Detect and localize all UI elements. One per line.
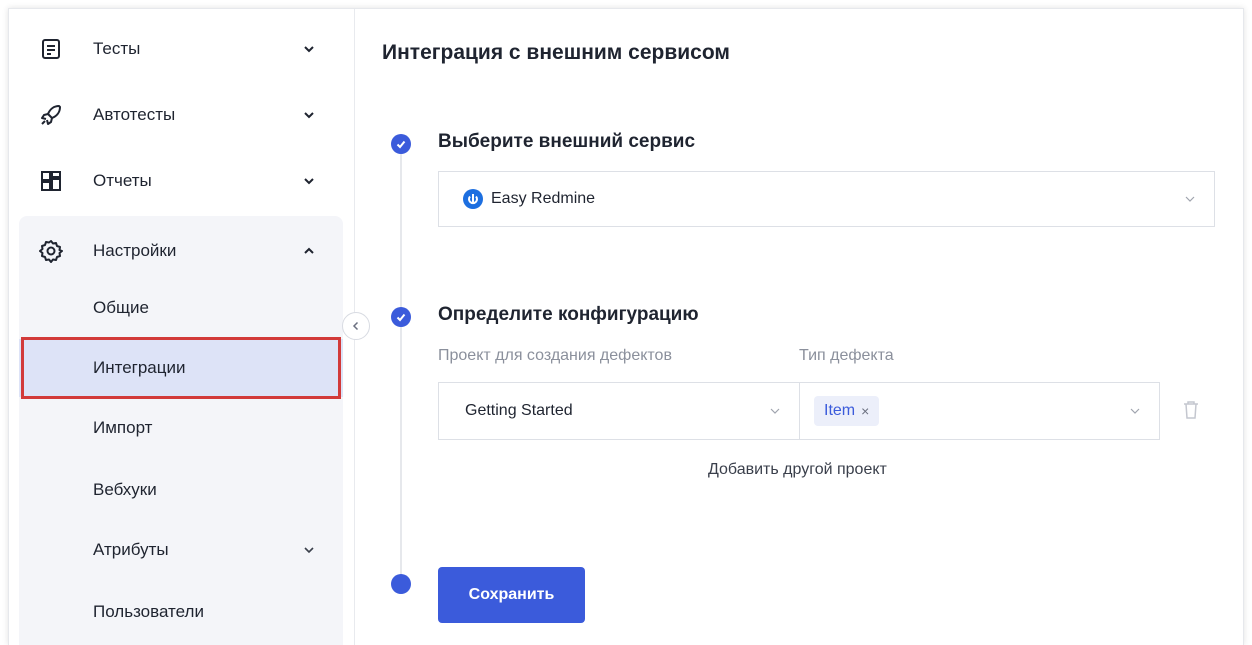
step-complete-icon xyxy=(391,134,411,154)
sidebar-subitem-label: Импорт xyxy=(93,418,153,437)
easy-redmine-logo-icon xyxy=(463,189,483,209)
sidebar-item-label: Автотесты xyxy=(93,105,176,124)
app-window: Тесты Автотесты Отчеты Настройки Общие И… xyxy=(8,8,1244,645)
add-project-link[interactable]: Добавить другой проект xyxy=(708,461,887,479)
sidebar-subitem-label: Вебхуки xyxy=(93,480,157,499)
chevron-down-icon xyxy=(1130,408,1140,414)
document-icon xyxy=(42,39,60,59)
defect-type-select[interactable]: Item × xyxy=(799,382,1160,440)
step-pending-icon xyxy=(391,574,411,594)
chevron-down-icon[interactable] xyxy=(302,42,316,56)
sidebar-subitem-general[interactable]: Общие xyxy=(19,279,343,337)
sidebar-subitem-label: Пользователи xyxy=(93,602,204,621)
sidebar-item-label: Отчеты xyxy=(93,171,152,190)
stepper-line xyxy=(400,149,402,589)
chevron-down-icon[interactable] xyxy=(302,108,316,122)
sidebar-item-tests[interactable]: Тесты xyxy=(19,21,343,77)
chevron-down-icon[interactable] xyxy=(302,174,316,188)
sidebar: Тесты Автотесты Отчеты Настройки Общие И… xyxy=(9,9,355,645)
rocket-icon xyxy=(41,105,61,125)
sidebar-item-label: Тесты xyxy=(93,39,141,58)
chevron-down-icon[interactable] xyxy=(302,543,316,557)
service-select-value: Easy Redmine xyxy=(491,190,596,207)
sidebar-item-autotests[interactable]: Автотесты xyxy=(19,87,343,143)
chevron-down-icon xyxy=(770,408,780,414)
sidebar-subitem-users[interactable]: Пользователи xyxy=(19,583,343,641)
sidebar-item-label: Настройки xyxy=(93,241,177,260)
sidebar-subitem-import[interactable]: Импорт xyxy=(19,399,343,457)
project-select-value: Getting Started xyxy=(465,402,573,419)
gear-icon xyxy=(39,240,63,263)
main-content: Интеграция с внешним сервисом Выберите в… xyxy=(356,9,1243,645)
save-button[interactable]: Сохранить xyxy=(438,567,585,623)
page-title: Интеграция с внешним сервисом xyxy=(382,41,730,64)
sidebar-item-settings[interactable]: Настройки xyxy=(19,223,343,279)
step-complete-icon xyxy=(391,307,411,327)
sidebar-subitem-label: Общие xyxy=(93,298,149,317)
step-title: Выберите внешний сервис xyxy=(438,131,696,152)
step-title: Определите конфигурацию xyxy=(438,304,699,325)
tag-remove-icon[interactable]: × xyxy=(861,403,869,419)
project-select[interactable]: Getting Started xyxy=(438,382,800,440)
sidebar-subitem-integrations[interactable]: Интеграции xyxy=(19,339,343,397)
chevron-down-icon xyxy=(1185,196,1195,202)
sidebar-subitem-webhooks[interactable]: Вебхуки xyxy=(19,461,343,519)
dashboard-icon xyxy=(41,171,61,191)
chevron-left-icon xyxy=(352,321,359,331)
defect-type-tag: Item × xyxy=(814,396,880,426)
project-field-label: Проект для создания дефектов xyxy=(438,347,672,364)
sidebar-collapse-button[interactable] xyxy=(342,312,370,340)
defect-type-field-label: Тип дефекта xyxy=(799,347,894,364)
sidebar-item-reports[interactable]: Отчеты xyxy=(19,153,343,209)
sidebar-subitem-label: Атрибуты xyxy=(93,540,169,559)
chevron-up-icon[interactable] xyxy=(302,244,316,258)
tag-label: Item xyxy=(824,402,856,419)
trash-icon[interactable] xyxy=(1182,400,1200,420)
sidebar-subitem-label: Интеграции xyxy=(93,358,186,377)
service-select[interactable]: Easy Redmine xyxy=(438,171,1215,227)
sidebar-subitem-attributes[interactable]: Атрибуты xyxy=(19,521,343,579)
